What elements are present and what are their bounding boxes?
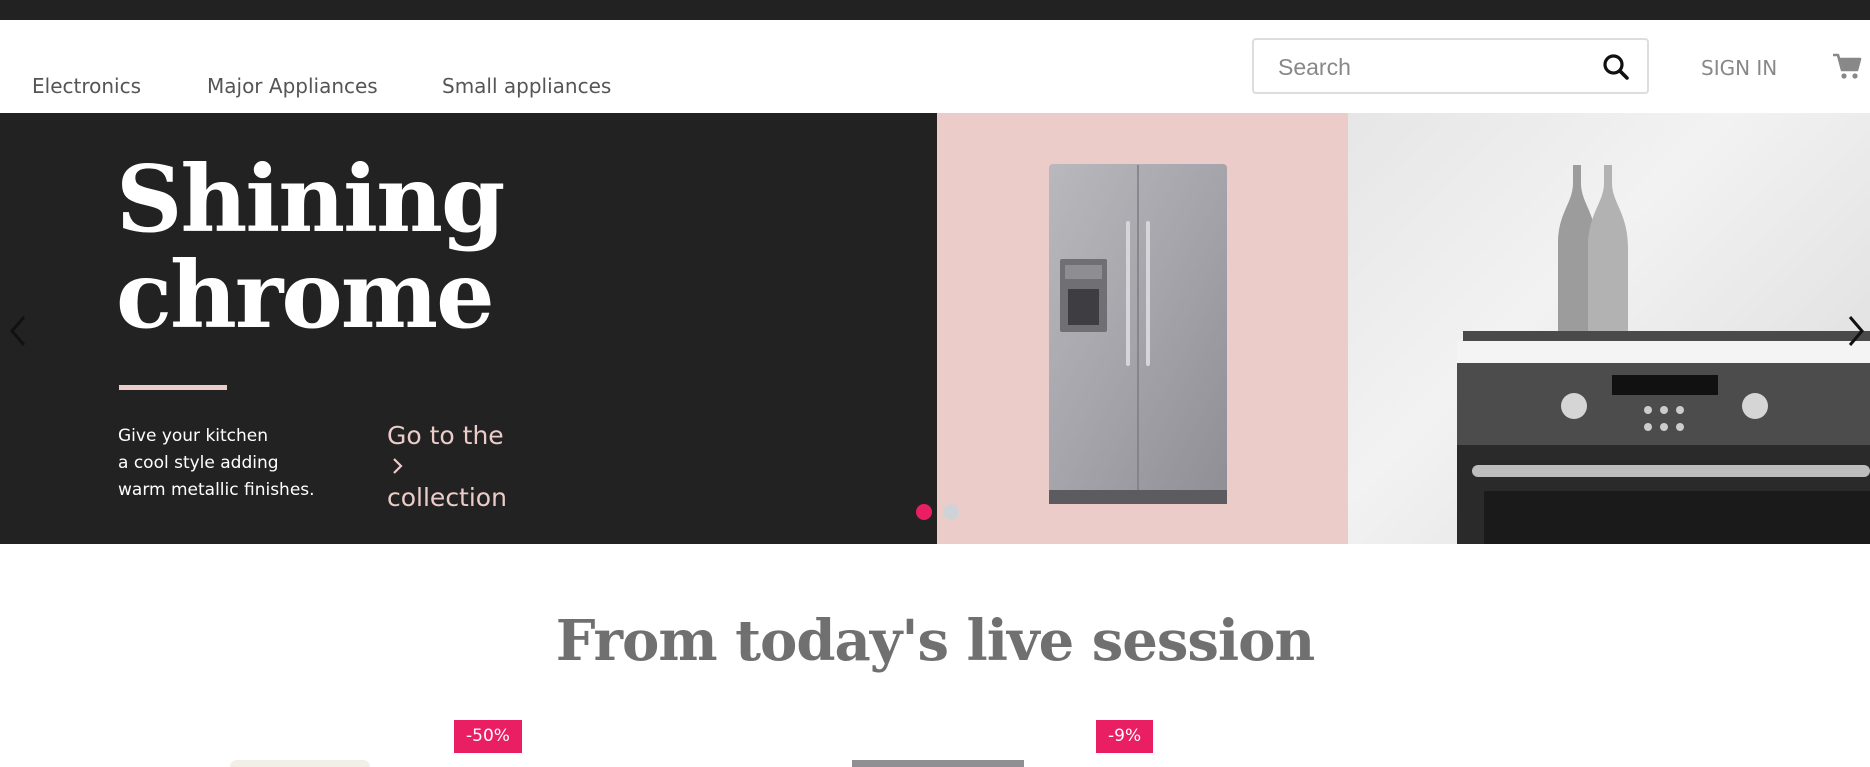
carousel-next-arrow[interactable] — [1842, 311, 1870, 351]
hero-description-line: Give your kitchen — [118, 426, 269, 446]
hero-divider — [119, 385, 227, 390]
carousel-prev-arrow[interactable] — [4, 311, 32, 351]
discount-badge: -50% — [454, 720, 522, 753]
oven-image — [1348, 113, 1870, 544]
chevron-left-icon — [10, 316, 26, 346]
discount-badge: -9% — [1096, 720, 1154, 753]
hero-title-line-2: chrome — [116, 241, 495, 349]
search-icon[interactable] — [1601, 52, 1631, 82]
carousel-dot[interactable] — [943, 504, 959, 520]
section-title: From today's live session — [555, 608, 1316, 674]
hero-description-line: a cool style adding — [118, 453, 279, 473]
hero-description: Give your kitchen a cool style adding wa… — [118, 423, 338, 504]
hero-title: Shining chrome — [116, 145, 505, 349]
fridge-image — [937, 113, 1348, 544]
go-to-collection-link[interactable]: Go to the collection — [387, 420, 507, 513]
sign-in-link[interactable]: SIGN IN — [1701, 56, 1777, 80]
hero-title-line-1: Shining — [116, 145, 505, 253]
top-bar — [0, 0, 1870, 20]
carousel-dot-active[interactable] — [916, 504, 932, 520]
hero-text-panel: Shining chrome Give your kitchen a cool … — [0, 113, 937, 544]
nav-link-major-appliances[interactable]: Major Appliances — [207, 74, 378, 98]
main-nav: Electronics Major Appliances Small appli… — [0, 20, 1870, 113]
product-image-partial — [852, 760, 1024, 767]
cart-icon[interactable] — [1832, 52, 1862, 80]
search-input[interactable] — [1278, 53, 1578, 81]
product-image-partial — [230, 760, 370, 767]
chevron-right-icon — [393, 458, 403, 474]
cta-label-line-2: collection — [387, 483, 507, 512]
cta-label-line-1: Go to the — [387, 421, 504, 450]
nav-link-electronics[interactable]: Electronics — [32, 74, 141, 98]
hero-carousel: Shining chrome Give your kitchen a cool … — [0, 113, 1870, 544]
hero-description-line: warm metallic finishes. — [118, 480, 315, 500]
chevron-right-icon — [1848, 316, 1864, 346]
nav-link-small-appliances[interactable]: Small appliances — [442, 74, 611, 98]
search-box — [1252, 38, 1649, 94]
